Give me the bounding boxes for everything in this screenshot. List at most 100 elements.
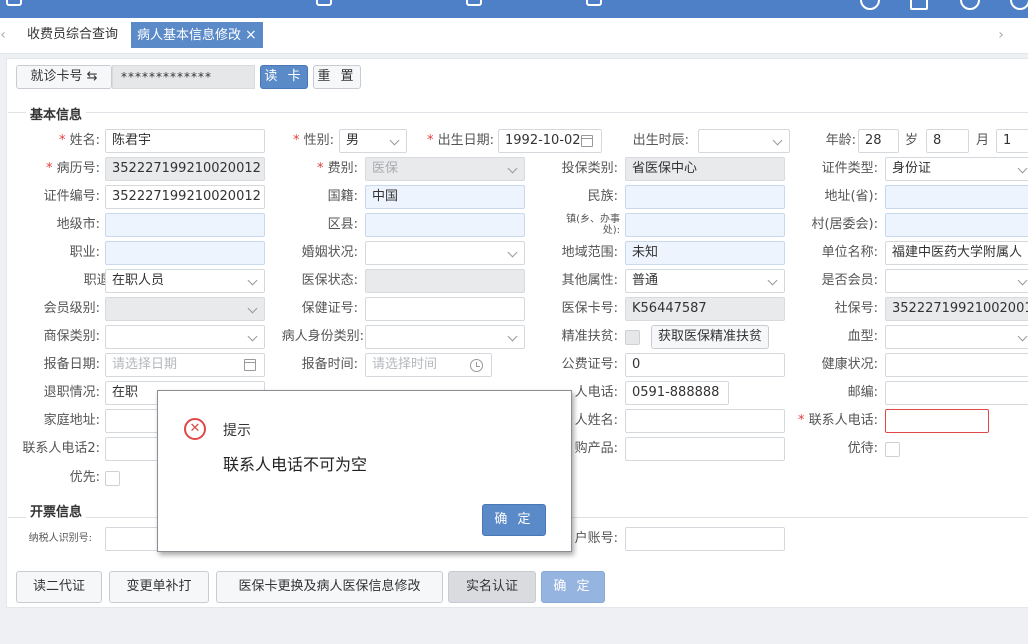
occupation-field[interactable] bbox=[105, 241, 265, 265]
confirm-button[interactable]: 确 定 bbox=[541, 571, 605, 603]
gear-icon[interactable] bbox=[1010, 0, 1028, 10]
town-field[interactable] bbox=[625, 213, 785, 237]
dialog-message: 联系人电话不可为空 bbox=[223, 455, 368, 474]
member-level-select[interactable] bbox=[105, 297, 265, 321]
label-birthdate: * 出生日期: bbox=[426, 133, 494, 148]
contact-phone-field[interactable] bbox=[885, 409, 989, 433]
label-town: 镇(乡、办事处): bbox=[566, 214, 620, 236]
label-preferential: 优待: bbox=[847, 441, 878, 456]
is-member-select[interactable] bbox=[885, 269, 1028, 293]
report-date-field[interactable]: 请选择日期 bbox=[105, 353, 265, 377]
preferential-checkbox[interactable] bbox=[885, 442, 900, 457]
label-fee-type: * 费别: bbox=[316, 161, 358, 176]
window-icon[interactable] bbox=[910, 0, 928, 10]
read-card-button[interactable]: 读 卡 bbox=[260, 65, 308, 89]
realname-auth-button[interactable]: 实名认证 bbox=[448, 571, 536, 603]
label-report-date: 报备日期: bbox=[43, 357, 100, 372]
social-security-field: 352227199210020012 bbox=[885, 297, 1028, 321]
read-id-card-button[interactable]: 读二代证 bbox=[16, 571, 102, 603]
village-field[interactable] bbox=[885, 213, 1028, 237]
contact-name-field[interactable] bbox=[625, 409, 785, 433]
other-attr-select[interactable]: 普通 bbox=[625, 269, 785, 293]
product-field[interactable] bbox=[625, 437, 785, 461]
label-insured-type: 投保类别: bbox=[561, 161, 618, 176]
label-age: 年龄: bbox=[825, 133, 856, 148]
label-employer: 单位名称: bbox=[821, 245, 878, 260]
unit-year: 岁 bbox=[905, 133, 919, 148]
bank-account-field[interactable] bbox=[625, 527, 785, 551]
personal-phone-field[interactable]: 0591-888888 bbox=[625, 381, 729, 405]
report-time-field[interactable]: 请选择时间 bbox=[365, 353, 492, 377]
region-field[interactable]: 未知 bbox=[625, 241, 785, 265]
nav-icon bbox=[466, 0, 482, 6]
label-name: * 姓名: bbox=[58, 133, 100, 148]
label-poverty: 精准扶贫: bbox=[561, 329, 618, 344]
ethnicity-field[interactable] bbox=[625, 185, 785, 209]
label-retire-info: 退职情况: bbox=[43, 385, 100, 400]
county-field[interactable] bbox=[365, 213, 525, 237]
card-type-select[interactable]: 就诊卡号 ⇆ bbox=[16, 65, 112, 89]
birthtime-select[interactable] bbox=[698, 129, 790, 153]
gender-select[interactable]: 男 bbox=[339, 129, 407, 153]
blood-type-select[interactable] bbox=[885, 325, 1028, 349]
nav-icon bbox=[6, 0, 22, 6]
id-type-select[interactable]: 身份证 bbox=[885, 157, 1028, 181]
identity-type-select[interactable] bbox=[365, 325, 525, 349]
close-icon[interactable]: × bbox=[245, 27, 257, 43]
tab-label: 病人基本信息修改 bbox=[137, 28, 242, 43]
label-occupation: 职业: bbox=[69, 245, 100, 260]
age-days-field[interactable]: 1 bbox=[996, 129, 1028, 153]
label-commercial-type: 商保类别: bbox=[43, 329, 100, 344]
id-number-field[interactable]: 352227199210020012 bbox=[105, 185, 265, 209]
poverty-checkbox[interactable] bbox=[625, 330, 640, 345]
postcode-field[interactable] bbox=[885, 381, 1028, 405]
nationality-field[interactable]: 中国 bbox=[365, 185, 525, 209]
tab-bar: ‹ 收费员综合查询 病人基本信息修改 × › bbox=[0, 18, 1028, 54]
calendar-icon bbox=[244, 359, 256, 371]
user-icon[interactable] bbox=[960, 0, 980, 10]
birthdate-field[interactable]: 1992-10-02 bbox=[498, 129, 602, 153]
change-insurance-card-button[interactable]: 医保卡更换及病人医保信息修改 bbox=[216, 571, 443, 603]
label-member-level: 会员级别: bbox=[43, 301, 100, 316]
label-priority: 优先: bbox=[69, 470, 100, 485]
label-contact-name: 人姓名: bbox=[574, 413, 618, 428]
get-poverty-button[interactable]: 获取医保精准扶贫 bbox=[651, 325, 770, 349]
card-number-input[interactable]: ************* bbox=[112, 65, 255, 89]
retire-status-select[interactable]: 在职人员 bbox=[105, 269, 265, 293]
label-region: 地域范围: bbox=[561, 245, 618, 260]
address-province-field[interactable] bbox=[885, 185, 1028, 209]
tab-scroll-left-icon[interactable]: ‹ bbox=[0, 25, 12, 45]
label-taxpayer-id: 纳税人识别号: bbox=[28, 533, 92, 544]
employer-field[interactable]: 福建中医药大学附属人 bbox=[885, 241, 1028, 265]
label-contact-phone: * 联系人电话: bbox=[797, 413, 878, 428]
tab-cashier-query[interactable]: 收费员综合查询 bbox=[21, 22, 124, 48]
dialog-ok-button[interactable]: 确 定 bbox=[482, 504, 546, 536]
age-years-field[interactable]: 28 bbox=[858, 129, 899, 153]
reprint-change-slip-button[interactable]: 变更单补打 bbox=[109, 571, 209, 603]
city-field[interactable] bbox=[105, 213, 265, 237]
label-id-no: 证件编号: bbox=[43, 189, 100, 204]
tab-scroll-right-icon[interactable]: › bbox=[992, 25, 1010, 45]
label-public-cert: 公费证号: bbox=[561, 357, 618, 372]
tab-patient-info-edit[interactable]: 病人基本信息修改 × bbox=[131, 22, 263, 48]
commercial-type-select[interactable] bbox=[105, 325, 265, 349]
label-bank-account: 户账号: bbox=[574, 531, 618, 546]
public-cert-field[interactable]: 0 bbox=[625, 353, 785, 377]
unit-month: 月 bbox=[976, 133, 990, 148]
label-health-status: 健康状况: bbox=[821, 357, 878, 372]
health-status-field[interactable] bbox=[885, 353, 1028, 377]
nav-icon bbox=[586, 0, 602, 6]
name-field[interactable]: 陈君宇 bbox=[105, 129, 265, 153]
label-city: 地级市: bbox=[56, 217, 100, 232]
marital-select[interactable] bbox=[365, 241, 525, 265]
reset-button[interactable]: 重 置 bbox=[313, 65, 361, 89]
settings-icon[interactable] bbox=[860, 0, 880, 10]
label-personal-phone: 人电话: bbox=[574, 385, 618, 400]
label-product: 购产品: bbox=[574, 441, 618, 456]
label-health-cert: 保健证号: bbox=[301, 301, 358, 316]
fee-type-select[interactable]: 医保 bbox=[365, 157, 525, 181]
health-cert-field[interactable] bbox=[365, 297, 525, 321]
label-gender: * 性别: bbox=[292, 133, 334, 148]
age-months-field[interactable]: 8 bbox=[926, 129, 969, 153]
priority-checkbox[interactable] bbox=[105, 471, 120, 486]
